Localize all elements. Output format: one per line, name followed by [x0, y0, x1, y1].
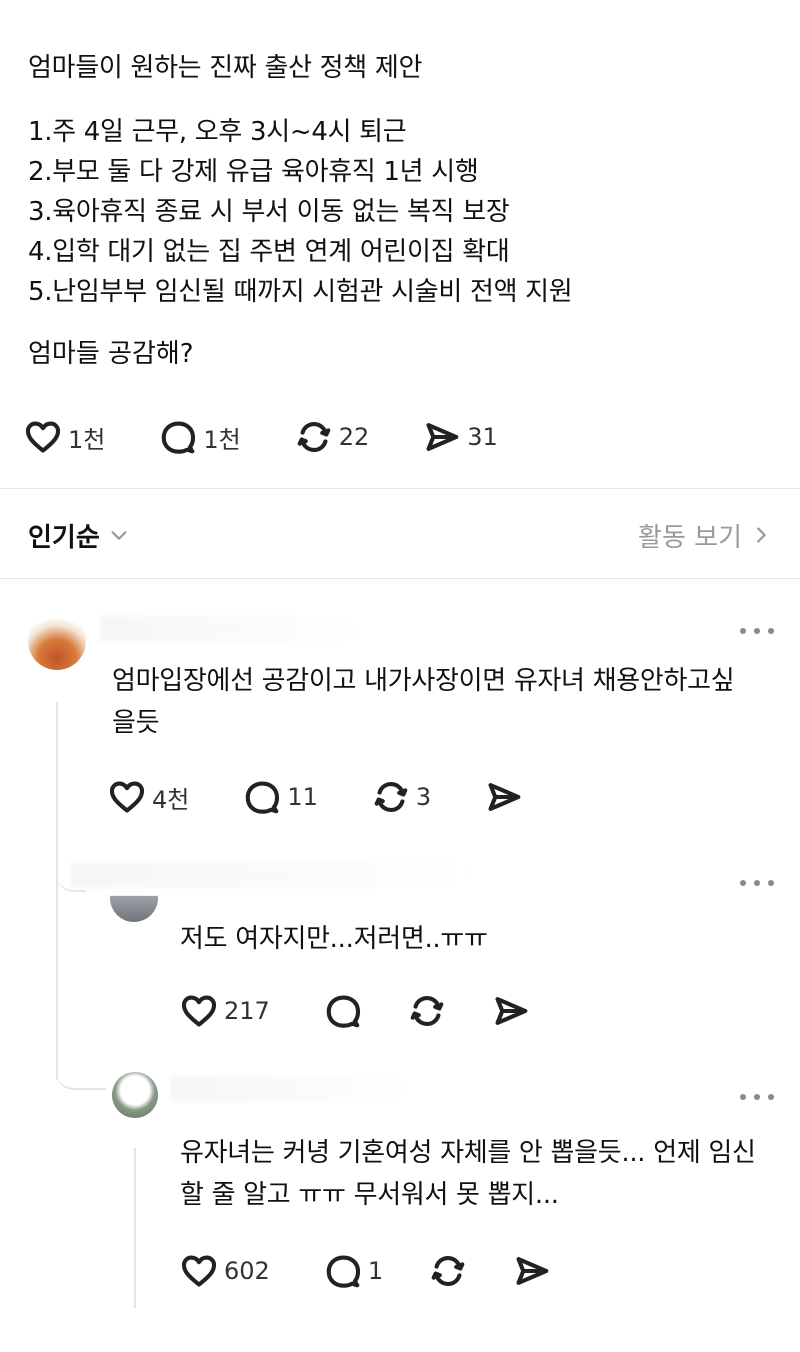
policy-item-1: 1.주 4일 근무, 오후 3시~4시 퇴근	[28, 117, 407, 147]
speech-bubble-icon	[326, 995, 360, 1028]
reply-button[interactable]: 1천	[159, 418, 241, 456]
repost-icon	[374, 781, 408, 813]
repost-count: 22	[338, 423, 370, 451]
comment-text: 엄마입장에선 공감이고 내가사장이면 유자녀 채용안하고싶을듯	[112, 666, 735, 738]
reply-button[interactable]	[324, 992, 362, 1030]
sort-label: 인기순	[28, 522, 100, 553]
sort-bar: 인기순 활동 보기	[28, 514, 772, 556]
repost-count: 3	[415, 783, 432, 811]
like-button[interactable]: 602	[180, 1252, 270, 1290]
blurred-username	[100, 616, 360, 642]
reply-count: 11	[287, 783, 318, 811]
more-dots-icon[interactable]	[740, 878, 774, 888]
repost-icon	[410, 995, 444, 1027]
comment-actions: 217	[180, 992, 584, 1030]
view-activity-link[interactable]: 활동 보기	[638, 517, 772, 554]
heart-icon	[109, 781, 145, 813]
comment-text: 저도 여자지만...저러면..ㅠㅠ	[180, 924, 488, 954]
view-activity-label: 활동 보기	[638, 522, 742, 553]
chevron-down-icon	[111, 531, 127, 540]
repost-icon	[297, 421, 331, 453]
thread-connector	[56, 1060, 106, 1090]
like-button[interactable]: 217	[180, 992, 270, 1030]
like-count: 4천	[152, 785, 190, 814]
reply-button[interactable]: 1	[324, 1252, 383, 1290]
heart-icon	[181, 1255, 217, 1287]
send-icon	[516, 1257, 549, 1285]
more-dots-icon[interactable]	[740, 626, 774, 636]
post-actions: 1천 1천 22 31	[24, 418, 552, 456]
like-button[interactable]: 1천	[24, 418, 105, 456]
sort-dropdown[interactable]: 인기순	[28, 517, 130, 554]
share-count: 31	[467, 423, 498, 451]
like-count: 1천	[68, 425, 106, 454]
repost-button[interactable]: 3	[372, 778, 431, 816]
reply-button[interactable]: 11	[243, 778, 318, 816]
send-icon	[495, 997, 528, 1025]
policy-item-3: 3.육아휴직 종료 시 부서 이동 없는 복직 보장	[28, 197, 510, 227]
thread-line	[56, 860, 58, 1080]
policy-item-4: 4.입학 대기 없는 집 주변 연계 어린이집 확대	[28, 237, 510, 267]
repost-button[interactable]	[408, 992, 446, 1030]
thread-line	[56, 702, 58, 860]
heart-icon	[181, 995, 217, 1027]
repost-icon	[431, 1255, 465, 1287]
like-button[interactable]: 4천	[108, 778, 189, 816]
share-button[interactable]	[513, 1252, 551, 1290]
post-title: 엄마들이 원하는 진짜 출산 정책 제안	[28, 53, 423, 83]
share-button[interactable]	[492, 992, 530, 1030]
reply-count: 1천	[203, 425, 241, 454]
post-question: 엄마들 공감해?	[28, 339, 194, 369]
repost-button[interactable]: 22	[295, 418, 370, 456]
send-icon	[426, 423, 459, 451]
speech-bubble-icon	[246, 781, 280, 814]
blurred-username	[170, 1076, 410, 1102]
blurred-username	[70, 862, 470, 888]
avatar[interactable]	[28, 612, 86, 670]
divider	[0, 578, 800, 579]
comment-text: 유자녀는 커녕 기혼여성 자체를 안 뽑을듯... 언제 임신할 줄 알고 ㅠㅠ…	[180, 1138, 756, 1210]
more-dots-icon[interactable]	[740, 1092, 774, 1102]
like-count: 602	[224, 1257, 270, 1285]
main-post: 엄마들이 원하는 진짜 출산 정책 제안 1.주 4일 근무, 오후 3시~4시…	[28, 50, 768, 372]
share-button[interactable]	[485, 778, 523, 816]
send-icon	[488, 783, 521, 811]
thread-line	[134, 1148, 136, 1308]
reply-count: 1	[367, 1257, 384, 1285]
heart-icon	[25, 421, 61, 453]
policy-item-2: 2.부모 둘 다 강제 유급 육아휴직 1년 시행	[28, 157, 479, 187]
speech-bubble-icon	[326, 1255, 360, 1288]
comment-actions: 4천 11 3	[108, 778, 577, 816]
share-button[interactable]: 31	[423, 418, 498, 456]
policy-list: 1.주 4일 근무, 오후 3시~4시 퇴근 2.부모 둘 다 강제 유급 육아…	[28, 112, 768, 312]
avatar[interactable]	[112, 1072, 158, 1118]
speech-bubble-icon	[162, 421, 196, 454]
divider	[0, 488, 800, 489]
like-count: 217	[224, 997, 270, 1025]
chevron-right-icon	[757, 527, 766, 543]
comment-actions: 602 1	[180, 1252, 605, 1290]
policy-item-5: 5.난임부부 임신될 때까지 시험관 시술비 전액 지원	[28, 277, 573, 307]
repost-button[interactable]	[429, 1252, 467, 1290]
